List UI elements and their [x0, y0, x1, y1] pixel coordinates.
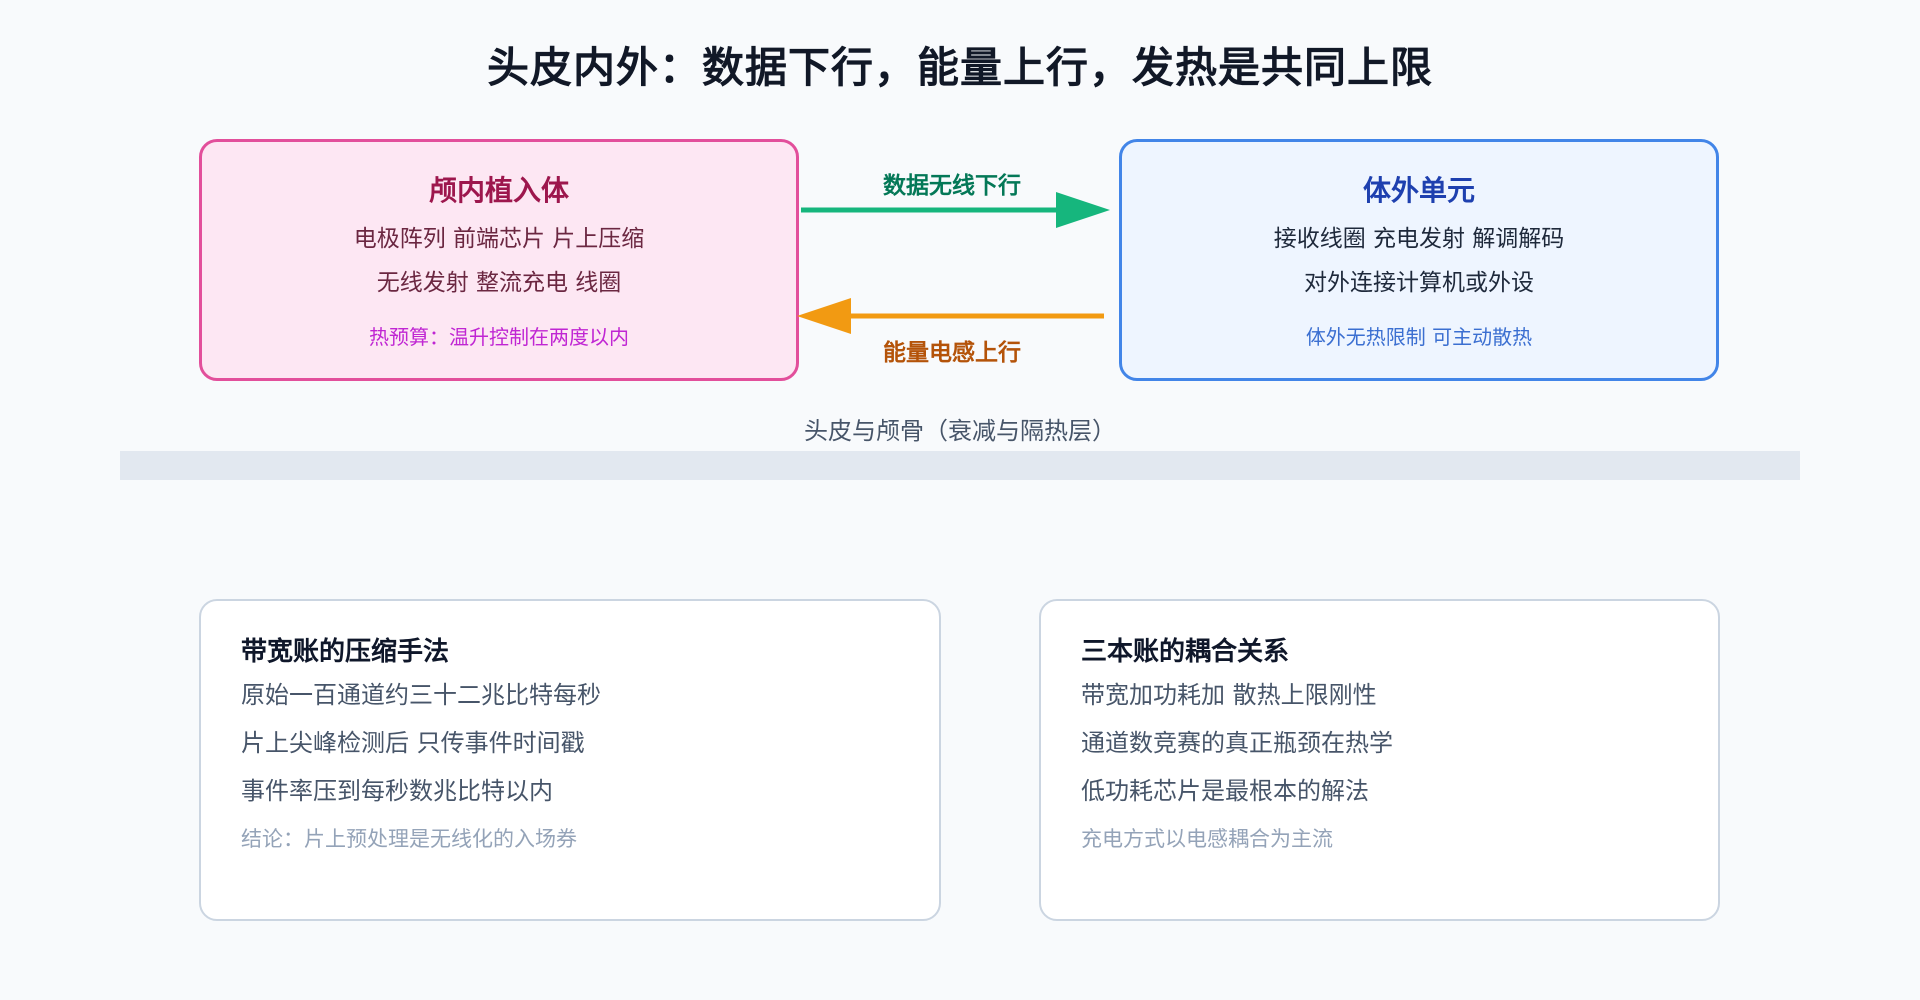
list-item: 通道数竞赛的真正瓶颈在热学: [1081, 729, 1393, 757]
scalp-skull-layer: [120, 451, 1800, 480]
scalp-skull-label: 头皮与颅骨（衰减与隔热层）: [804, 417, 1116, 445]
energy-up-label: 能量电感上行: [883, 340, 1021, 366]
list-item: 原始一百通道约三十二兆比特每秒: [241, 681, 601, 709]
card-conclusion: 结论：片上预处理是无线化的入场券: [241, 827, 577, 851]
list-item: 事件率压到每秒数兆比特以内: [241, 777, 553, 805]
diagram-canvas: 头皮内外：数据下行，能量上行，发热是共同上限 颅内植入体 电极阵列 前端芯片 片…: [0, 0, 1920, 1000]
energy-up-arrow: [797, 298, 1104, 334]
bandwidth-compression-card: 带宽账的压缩手法 原始一百通道约三十二兆比特每秒 片上尖峰检测后 只传事件时间戳…: [199, 599, 941, 921]
coupling-relations-card: 三本账的耦合关系 带宽加功耗加 散热上限刚性 通道数竞赛的真正瓶颈在热学 低功耗…: [1039, 599, 1720, 921]
card-title: 带宽账的压缩手法: [241, 637, 450, 667]
card-title: 三本账的耦合关系: [1081, 637, 1290, 667]
data-down-label: 数据无线下行: [883, 173, 1021, 199]
list-item: 低功耗芯片是最根本的解法: [1081, 777, 1369, 805]
list-item: 带宽加功耗加 散热上限刚性: [1081, 681, 1377, 709]
list-item: 片上尖峰检测后 只传事件时间戳: [241, 729, 585, 757]
card-conclusion: 充电方式以电感耦合为主流: [1081, 827, 1333, 851]
